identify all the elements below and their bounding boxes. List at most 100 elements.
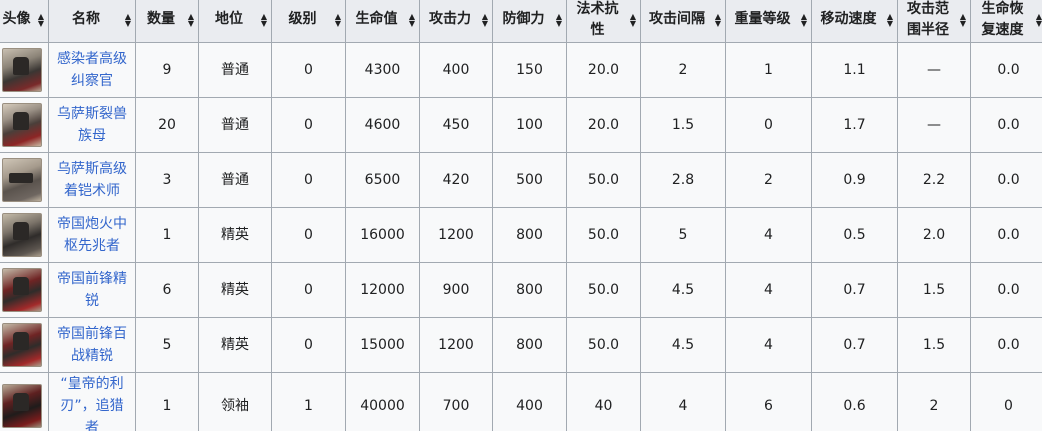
cell-regen: 0: [970, 372, 1042, 431]
avatar-cell: [0, 152, 49, 208]
cell-atk: 400: [419, 42, 493, 98]
enemy-avatar[interactable]: [2, 323, 42, 367]
enemy-name-line[interactable]: 感染者高级: [57, 51, 127, 67]
cell-weight: 4: [725, 207, 812, 263]
column-header-def[interactable]: 防御力 ▲ ▼: [492, 0, 567, 43]
column-header-interval[interactable]: 攻击间隔 ▲ ▼: [640, 0, 726, 43]
cell-count: 1: [135, 372, 199, 431]
cell-hp: 4300: [345, 42, 420, 98]
enemy-name-link[interactable]: 帝国前锋精锐: [57, 271, 127, 309]
column-header-label-line: 攻击力: [429, 11, 471, 27]
sort-updown-icon[interactable]: ▲ ▼: [188, 12, 194, 27]
cell-atk: 1200: [419, 317, 493, 373]
enemy-name-line[interactable]: 锐: [85, 293, 99, 309]
sort-updown-icon[interactable]: ▲ ▼: [38, 12, 44, 27]
cell-level: 0: [271, 152, 346, 208]
sort-updown-icon[interactable]: ▲ ▼: [125, 12, 131, 27]
enemy-name-line[interactable]: 战精锐: [71, 348, 113, 364]
name-cell: 帝国炮火中 枢先兆者: [48, 207, 136, 263]
table-row: 帝国前锋百 战精锐 5 精英 0 15000 1200 800 50.0 4.5 4 0.7 1.5 0.…: [0, 317, 1042, 373]
column-header-speed[interactable]: 移动速度 ▲ ▼: [811, 0, 898, 43]
column-header-atk[interactable]: 攻击力 ▲ ▼: [419, 0, 493, 43]
column-header-label-line: 数量: [147, 11, 175, 27]
sort-updown-icon[interactable]: ▲ ▼: [335, 12, 341, 27]
enemy-name-link[interactable]: 感染者高级 纠察官: [57, 51, 127, 89]
sort-updown-icon[interactable]: ▲ ▼: [960, 12, 966, 27]
enemy-name-line[interactable]: 着铠术师: [64, 183, 120, 199]
column-header-range[interactable]: 攻击范围半径 ▲ ▼: [897, 0, 971, 43]
cell-atk: 900: [419, 262, 493, 318]
column-header-status[interactable]: 地位 ▲ ▼: [198, 0, 272, 43]
enemy-name-line[interactable]: 帝国炮火中: [57, 216, 127, 232]
column-header-label-line: 移动速度: [820, 11, 877, 27]
sort-updown-icon[interactable]: ▲ ▼: [409, 12, 415, 27]
name-cell: 帝国前锋精锐: [48, 262, 136, 318]
enemy-name-line[interactable]: 帝国前锋精: [57, 271, 127, 287]
cell-regen: 0.0: [970, 97, 1042, 153]
enemy-name-link[interactable]: 乌萨斯高级 着铠术师: [57, 161, 127, 199]
cell-status: 精英: [198, 207, 272, 263]
cell-range: 2.0: [897, 207, 971, 263]
sort-updown-icon[interactable]: ▲ ▼: [715, 12, 721, 27]
enemy-name-line[interactable]: 枢先兆者: [64, 238, 120, 254]
column-header-weight[interactable]: 重量等级 ▲ ▼: [725, 0, 812, 43]
column-header-hp[interactable]: 生命值 ▲ ▼: [345, 0, 420, 43]
enemy-name-line[interactable]: 纠察官: [71, 73, 113, 89]
cell-speed: 0.6: [811, 372, 898, 431]
cell-range: —: [897, 97, 971, 153]
sort-updown-icon[interactable]: ▲ ▼: [556, 12, 562, 27]
cell-count: 9: [135, 42, 199, 98]
sort-updown-icon[interactable]: ▲ ▼: [630, 12, 636, 27]
enemy-name-line[interactable]: 帝国前锋百: [57, 326, 127, 342]
name-cell: 帝国前锋百 战精锐: [48, 317, 136, 373]
enemy-name-line[interactable]: 乌萨斯高级: [57, 161, 127, 177]
enemy-name-link[interactable]: “皇帝的利刃”，追猎者: [60, 376, 123, 431]
enemy-avatar[interactable]: [2, 103, 42, 147]
cell-speed: 0.7: [811, 317, 898, 373]
enemy-name-line[interactable]: 乌萨斯裂兽: [57, 106, 127, 122]
avatar-cell: [0, 207, 49, 263]
sort-updown-icon[interactable]: ▲ ▼: [887, 12, 893, 27]
cell-res: 50.0: [566, 262, 641, 318]
enemy-name-line[interactable]: “皇帝的利: [60, 376, 123, 392]
enemy-name-link[interactable]: 帝国炮火中 枢先兆者: [57, 216, 127, 254]
cell-hp: 12000: [345, 262, 420, 318]
cell-atk: 1200: [419, 207, 493, 263]
table-row: 帝国前锋精锐 6 精英 0 12000 900 800 50.0 4.5 4 0.7 1.5 0.0: [0, 262, 1042, 318]
sort-updown-icon[interactable]: ▲ ▼: [1036, 12, 1042, 27]
cell-level: 1: [271, 372, 346, 431]
cell-def: 500: [492, 152, 567, 208]
column-header-name[interactable]: 名称 ▲ ▼: [48, 0, 136, 43]
sort-updown-icon[interactable]: ▲ ▼: [261, 12, 267, 27]
cell-status: 精英: [198, 317, 272, 373]
column-header-res[interactable]: 法术抗性 ▲ ▼: [566, 0, 641, 43]
enemy-name-line[interactable]: 者: [85, 420, 99, 431]
avatar-cell: [0, 372, 49, 431]
enemy-name-line[interactable]: 族母: [78, 128, 106, 144]
cell-count: 20: [135, 97, 199, 153]
cell-regen: 0.0: [970, 317, 1042, 373]
enemy-avatar[interactable]: [2, 268, 42, 312]
cell-atk: 700: [419, 372, 493, 431]
enemy-avatar[interactable]: [2, 213, 42, 257]
cell-interval: 5: [640, 207, 726, 263]
column-header-label-line: 围半径: [907, 21, 949, 38]
column-header-level[interactable]: 级别 ▲ ▼: [271, 0, 346, 43]
enemy-avatar[interactable]: [2, 384, 42, 428]
enemy-name-link[interactable]: 帝国前锋百 战精锐: [57, 326, 127, 364]
avatar-cell: [0, 42, 49, 98]
sort-updown-icon[interactable]: ▲ ▼: [482, 12, 488, 27]
table-row: “皇帝的利 刃”，追猎者 1 领袖 1 40000 700 400 40 4 6 0.6 2 0: [0, 372, 1042, 431]
column-header-count[interactable]: 数量 ▲ ▼: [135, 0, 199, 43]
enemy-avatar[interactable]: [2, 158, 42, 202]
sort-updown-icon[interactable]: ▲ ▼: [801, 12, 807, 27]
column-header-avatar[interactable]: 头像 ▲ ▼: [0, 0, 49, 43]
column-header-label-line: 名称: [72, 11, 100, 27]
enemy-avatar[interactable]: [2, 48, 42, 92]
enemy-name-line[interactable]: 刃”，追猎: [60, 398, 123, 414]
table-row: 乌萨斯高级 着铠术师 3 普通 0 6500 420 500 50.0 2.8 2 0.9 2.2 0.0: [0, 152, 1042, 208]
cell-hp: 4600: [345, 97, 420, 153]
column-header-regen[interactable]: 生命恢 复速度 ▲ ▼: [970, 0, 1042, 43]
column-header-label-line: 攻击范: [907, 0, 949, 17]
enemy-name-link[interactable]: 乌萨斯裂兽 族母: [57, 106, 127, 144]
